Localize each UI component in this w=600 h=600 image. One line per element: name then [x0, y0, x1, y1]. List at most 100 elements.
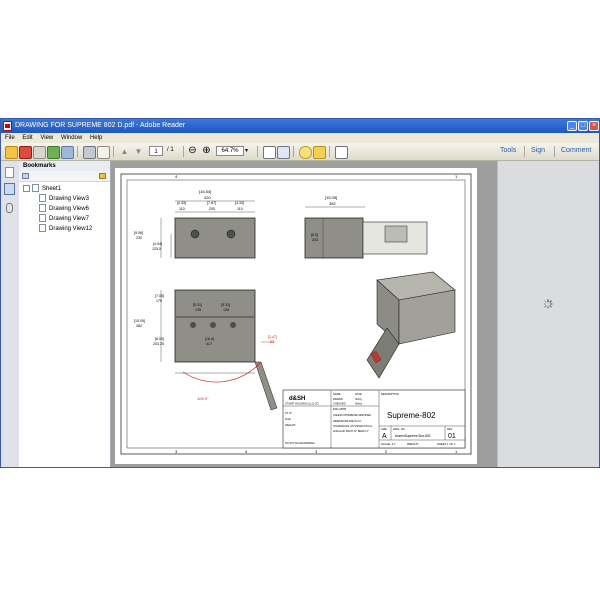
- fit-page-icon[interactable]: [263, 146, 276, 159]
- highlight-icon[interactable]: [313, 146, 326, 159]
- angular-note: ANGULAR: MACH ±1° BEND ±1°: [333, 430, 369, 433]
- upload-icon[interactable]: [47, 146, 60, 159]
- eng-appr-label: ENG APPR.: [333, 407, 347, 411]
- page-thumbnails-icon[interactable]: [5, 167, 14, 178]
- front-view: [7.05] 179 [15.05] 382 [8.00] 203.25 [5.…: [134, 289, 278, 411]
- rev-label: REV: [447, 427, 453, 431]
- dimension-label: 203.25: [153, 342, 164, 346]
- bookmark-item[interactable]: Drawing View12: [19, 224, 110, 234]
- dimension-label: [15.05]: [134, 319, 145, 323]
- dimension-label: 382: [136, 324, 142, 328]
- previous-page-icon[interactable]: ▲: [119, 146, 130, 157]
- finish-label: finish: [285, 417, 292, 421]
- dimension-label: [5.31]: [221, 303, 230, 307]
- page-number-input[interactable]: 1: [149, 146, 163, 156]
- create-pdf-icon[interactable]: [19, 146, 32, 159]
- comment-tab[interactable]: Comment: [561, 147, 591, 154]
- isometric-view: [366, 271, 456, 379]
- close-button[interactable]: ×: [589, 121, 599, 131]
- fit-width-icon[interactable]: [277, 146, 290, 159]
- bookmarks-title: Bookmarks: [19, 161, 110, 171]
- bookmark-page-icon: [39, 224, 46, 233]
- dimension-label: [4.33]: [235, 201, 244, 205]
- bookmark-item[interactable]: Drawing View6: [19, 204, 110, 214]
- border-zone-label: 4: [245, 449, 248, 454]
- dimension-label: [16.54]: [199, 189, 211, 194]
- print-icon[interactable]: [83, 146, 96, 159]
- dimension-label: 420: [204, 195, 211, 200]
- part-name: Supreme-802: [387, 411, 436, 420]
- bookmark-page-icon: [32, 184, 39, 193]
- dimension-label: 135: [223, 308, 229, 312]
- title-block: d&SH STUART HOLDINGS (LLC) CO. ST 37 fin…: [282, 389, 466, 449]
- maximize-button[interactable]: □: [578, 121, 588, 131]
- bookmark-root[interactable]: Sheet1: [19, 184, 110, 194]
- zoom-in-icon[interactable]: ⊕: [201, 146, 212, 157]
- dimension-label: [8.0]: [311, 233, 318, 237]
- chevron-down-icon[interactable]: ▾: [245, 147, 248, 154]
- angle-label: 105.0°: [197, 396, 209, 401]
- collapse-icon[interactable]: [23, 184, 30, 192]
- drawn-by: Visitry: [355, 397, 363, 401]
- window-title: DRAWING FOR SUPREME 802 D.pdf - Adobe Re…: [15, 122, 186, 129]
- menu-help[interactable]: Help: [90, 133, 102, 143]
- border-zone-label: 1: [455, 174, 458, 179]
- menu-view[interactable]: View: [40, 133, 53, 143]
- bookmarks-icon[interactable]: [4, 183, 15, 195]
- expand-icon[interactable]: [335, 146, 348, 159]
- dwg-no: AssemSupreme Box-802: [395, 434, 431, 438]
- reader-window: DRAWING FOR SUPREME 802 D.pdf - Adobe Re…: [0, 118, 600, 468]
- dimension-label: 63: [270, 340, 274, 344]
- dimension-label: 110: [179, 207, 185, 211]
- dimension-label: 203: [312, 238, 318, 242]
- drawn-label: DRAWN: [333, 397, 343, 401]
- bookmark-page-icon: [39, 204, 46, 213]
- tools-pane: [497, 161, 599, 467]
- email-icon[interactable]: [97, 146, 110, 159]
- dims-note: DIMENSIONS ARE IN mm: [333, 420, 361, 423]
- pdf-page: 4 1 3 4 3 2 1 [16.54] 420 [4.33] 110 [7.…: [115, 168, 477, 464]
- bookmark-options-icon[interactable]: [22, 173, 29, 179]
- dimension-label: [2.47]: [268, 335, 277, 339]
- material-label: ST 37: [285, 411, 292, 415]
- border-zone-label: 2: [385, 449, 388, 454]
- document-area[interactable]: 4 1 3 4 3 2 1 [16.54] 420 [4.33] 110 [7.…: [111, 161, 497, 467]
- loading-spinner-icon: [543, 299, 553, 309]
- menu-edit[interactable]: Edit: [22, 133, 32, 143]
- border-zone-label: 1: [455, 449, 458, 454]
- top-view: [16.54] 420 [4.33] 110 [7.87] 200 [4.33]…: [134, 189, 256, 259]
- navigation-pane-strip: [1, 161, 20, 467]
- dwg-no-label: DWG. NO.: [393, 427, 406, 431]
- menu-window[interactable]: Window: [61, 133, 82, 143]
- bookmark-page-icon: [39, 194, 46, 203]
- menu-file[interactable]: File: [5, 133, 15, 143]
- minimize-button[interactable]: _: [567, 121, 577, 131]
- tools-tab[interactable]: Tools: [500, 147, 516, 154]
- zoom-out-icon[interactable]: ⊖: [187, 146, 198, 157]
- dimension-label: [4.94]: [153, 242, 162, 246]
- toolbar: ▲ ▼ 1 / 1 ⊖ ⊕ 64.7% ▾ Tools Sign Comment: [1, 143, 599, 161]
- new-bookmark-icon[interactable]: [99, 173, 106, 179]
- sign-tab[interactable]: Sign: [531, 147, 545, 154]
- bookmark-item[interactable]: Drawing View3: [19, 194, 110, 204]
- edit-icon[interactable]: [33, 146, 46, 159]
- tolerance-note: TOLERANCES: AS SHOWN ON ALL: [333, 425, 373, 428]
- next-page-icon[interactable]: ▼: [133, 146, 144, 157]
- bookmark-page-icon: [39, 214, 46, 223]
- dimension-label: 125.5: [152, 247, 161, 251]
- weight-label: WEIGHT:: [285, 423, 296, 427]
- save-icon[interactable]: [61, 146, 74, 159]
- bookmark-item[interactable]: Drawing View7: [19, 214, 110, 224]
- scale-label: SCALE: 1:7: [381, 442, 396, 446]
- dimension-label: [5.31]: [193, 303, 202, 307]
- attachments-icon[interactable]: [6, 203, 13, 213]
- sticky-note-icon[interactable]: [299, 146, 312, 159]
- company-logo: d&SH: [289, 396, 305, 402]
- checked-by: Visitry: [355, 402, 363, 406]
- date-column-label: DATE: [355, 392, 362, 396]
- dimension-label: [9.06]: [134, 231, 143, 235]
- zoom-level-select[interactable]: 64.7%: [216, 146, 244, 156]
- open-icon[interactable]: [5, 146, 18, 159]
- dimension-label: 230: [136, 236, 142, 240]
- dimension-label: [16.4]: [205, 337, 214, 341]
